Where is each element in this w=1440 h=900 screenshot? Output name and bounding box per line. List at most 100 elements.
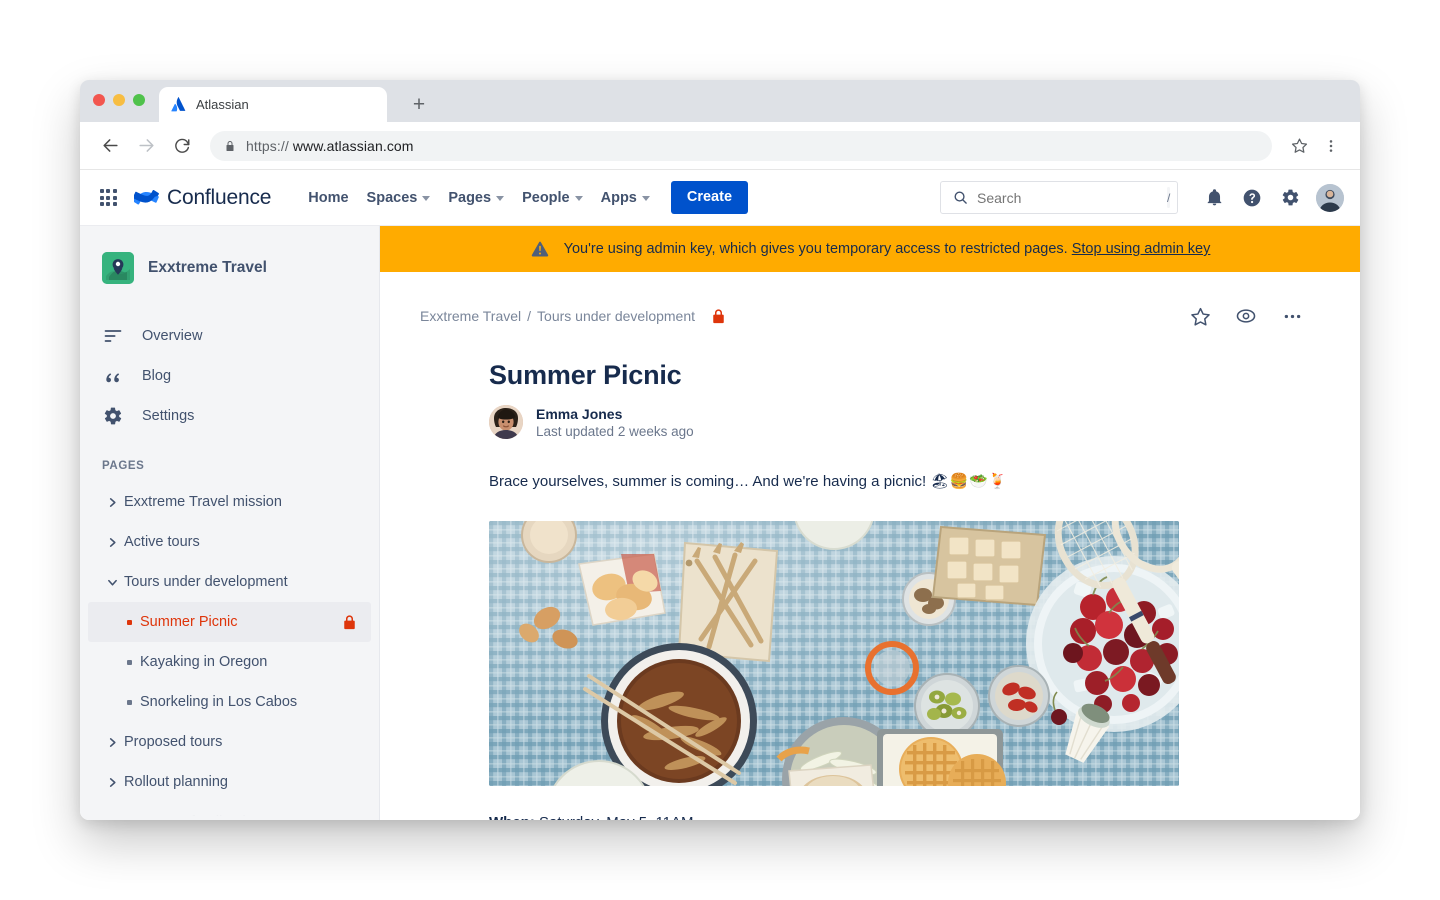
search-icon: [953, 190, 968, 205]
main-content: You're using admin key, which gives you …: [380, 226, 1360, 820]
chevron-right-icon[interactable]: [100, 737, 124, 748]
page-tree-item-tours-under-development[interactable]: Tours under development: [88, 562, 371, 602]
page-body: Summer Picnic Emma Jones Last updated 2 …: [380, 360, 1360, 820]
search-shortcut-key: /: [1167, 187, 1171, 208]
author-name[interactable]: Emma Jones: [536, 406, 694, 422]
sidebar-item-label: Settings: [142, 408, 195, 424]
author-avatar[interactable]: [489, 405, 523, 439]
browser-window: Atlassian + https:// www.atlassian.com C…: [80, 80, 1360, 820]
kebab-menu-icon[interactable]: [1316, 131, 1346, 161]
intro-emoji: 🏖🍔🥗🍹: [930, 473, 1008, 490]
red-padlock-icon[interactable]: [711, 308, 726, 325]
page-tree-item-label: Kayaking in Oregon: [140, 654, 268, 670]
new-tab-button[interactable]: +: [405, 90, 433, 118]
sidebar-bottom-fade: [80, 806, 379, 820]
page-tree-item-active-tours[interactable]: Active tours: [88, 522, 371, 562]
last-updated-text: Last updated 2 weeks ago: [536, 423, 694, 439]
sidebar-item-label: Blog: [142, 368, 172, 384]
page-title: Summer Picnic: [489, 360, 682, 390]
forward-arrow-icon[interactable]: [130, 130, 162, 162]
star-icon[interactable]: [1284, 131, 1314, 161]
nav-item-home[interactable]: Home: [299, 184, 357, 212]
nav-item-spaces[interactable]: Spaces: [358, 184, 440, 212]
nav-item-label: People: [522, 189, 570, 206]
page-tree-item-label: Proposed tours: [124, 734, 223, 750]
sidebar-item-blog[interactable]: Blog: [80, 356, 379, 396]
nav-item-apps[interactable]: Apps: [592, 184, 659, 212]
when-line: When: Saturday, May 5, 11AM: [489, 814, 1304, 821]
user-avatar[interactable]: [1316, 183, 1344, 212]
chevron-right-icon[interactable]: [100, 497, 124, 508]
star-icon[interactable]: [1188, 304, 1212, 328]
product-name: Confluence: [167, 185, 272, 209]
window-controls: [93, 80, 145, 122]
page-tree-item-summer-picnic[interactable]: Summer Picnic: [88, 602, 371, 642]
breadcrumb-parent-link[interactable]: Tours under development: [537, 308, 695, 324]
atlassian-logo-icon: [171, 97, 186, 112]
page-byline: Emma Jones Last updated 2 weeks ago: [489, 405, 1304, 439]
warning-triangle-icon: [530, 239, 550, 259]
gear-icon[interactable]: [1274, 182, 1306, 214]
nav-item-label: Apps: [600, 189, 637, 206]
grid-apps-icon[interactable]: [92, 182, 124, 214]
gear-icon: [102, 405, 124, 427]
app-body: Exxtreme Travel Overview Blog Settings P…: [80, 226, 1360, 820]
page-tree-item-label: Snorkeling in Los Cabos: [140, 694, 298, 710]
nav-item-label: Pages: [448, 189, 492, 206]
url-host: www.atlassian.com: [292, 137, 414, 154]
red-padlock-icon: [342, 614, 357, 631]
create-button[interactable]: Create: [670, 181, 749, 214]
search-input[interactable]: [977, 189, 1158, 206]
browser-toolbar: https:// www.atlassian.com: [80, 122, 1360, 170]
sidebar-item-overview[interactable]: Overview: [80, 316, 379, 356]
nav-item-pages[interactable]: Pages: [439, 184, 513, 212]
page-tree-item-exxtreme-travel-mission[interactable]: Exxtreme Travel mission: [88, 482, 371, 522]
content-top-bar: Exxtreme Travel / Tours under developmen…: [380, 272, 1360, 332]
back-arrow-icon[interactable]: [94, 130, 126, 162]
chevron-right-icon[interactable]: [100, 777, 124, 788]
when-value: Saturday, May 5, 11AM: [539, 814, 694, 821]
picnic-spread-photo[interactable]: [489, 520, 1179, 786]
sidebar-item-settings[interactable]: Settings: [80, 396, 379, 436]
quote-marks-icon: [102, 365, 124, 387]
breadcrumb-separator: /: [527, 308, 532, 324]
space-sidebar: Exxtreme Travel Overview Blog Settings P…: [80, 226, 380, 820]
browser-tab[interactable]: Atlassian: [159, 87, 387, 122]
watch-eye-icon[interactable]: [1234, 304, 1258, 328]
stop-using-admin-key-link[interactable]: Stop using admin key: [1072, 241, 1211, 257]
chevron-down-icon[interactable]: [100, 577, 124, 588]
minimize-window-button[interactable]: [113, 94, 125, 106]
page-tree-item-proposed-tours[interactable]: Proposed tours: [88, 722, 371, 762]
sidebar-item-label: Overview: [142, 328, 203, 344]
bullet-icon: [118, 699, 140, 705]
chevron-down-icon: [496, 196, 505, 201]
space-header[interactable]: Exxtreme Travel: [80, 252, 379, 284]
breadcrumb-bar: Exxtreme Travel / Tours under developmen…: [420, 300, 1304, 332]
breadcrumb-space-link[interactable]: Exxtreme Travel: [420, 308, 521, 324]
more-ellipsis-icon[interactable]: [1280, 304, 1304, 328]
question-circle-icon[interactable]: [1236, 182, 1268, 214]
confluence-home-link[interactable]: Confluence: [128, 181, 277, 214]
intro-text: Brace yourselves, summer is coming… And …: [489, 473, 927, 490]
admin-key-banner: You're using admin key, which gives you …: [380, 226, 1360, 272]
nav-item-people[interactable]: People: [513, 184, 592, 212]
chevron-right-icon[interactable]: [100, 537, 124, 548]
page-tree-item-label: Rollout planning: [124, 774, 228, 790]
close-window-button[interactable]: [93, 94, 105, 106]
maximize-window-button[interactable]: [133, 94, 145, 106]
page-tree-item-kayaking-in-oregon[interactable]: Kayaking in Oregon: [88, 642, 371, 682]
search-box[interactable]: /: [940, 181, 1178, 214]
page-tree-item-snorkeling-in-los-cabos[interactable]: Snorkeling in Los Cabos: [88, 682, 371, 722]
address-bar[interactable]: https:// www.atlassian.com: [210, 130, 1272, 161]
browser-tab-strip: Atlassian +: [80, 80, 1360, 122]
page-tree-item-rollout-planning[interactable]: Rollout planning: [88, 762, 371, 802]
confluence-top-nav: Confluence Home Spaces Pages People Apps…: [80, 170, 1360, 226]
reload-icon[interactable]: [166, 130, 198, 162]
address-bar-url: https:// www.atlassian.com: [246, 138, 414, 154]
page-tree-item-label: Summer Picnic: [140, 614, 238, 630]
url-scheme: https://: [246, 137, 289, 154]
bullet-icon: [118, 619, 140, 625]
bullet-icon: [118, 659, 140, 665]
bell-icon[interactable]: [1198, 182, 1230, 214]
nav-item-label: Home: [308, 189, 349, 206]
